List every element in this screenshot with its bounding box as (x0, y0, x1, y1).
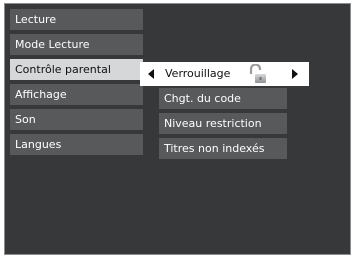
selector-label: Verrouillage (165, 67, 231, 80)
menu-item-controle-parental[interactable]: Contrôle parental (10, 59, 143, 80)
menu-item-mode-lecture[interactable]: Mode Lecture (10, 34, 143, 55)
lock-selector[interactable]: Verrouillage (140, 62, 309, 86)
menu-item-lecture[interactable]: Lecture (10, 9, 143, 30)
menu-item-affichage[interactable]: Affichage (10, 84, 143, 105)
submenu-item-restriction-level[interactable]: Niveau restriction (159, 113, 287, 134)
parental-submenu: Chgt. du code Niveau restriction Titres … (159, 88, 287, 163)
right-arrow-icon[interactable] (292, 69, 298, 79)
submenu-item-change-code[interactable]: Chgt. du code (159, 88, 287, 109)
unlocked-padlock-icon (246, 63, 268, 84)
menu-item-son[interactable]: Son (10, 109, 143, 130)
menu-item-langues[interactable]: Langues (10, 134, 143, 155)
main-menu: Lecture Mode Lecture Contrôle parental A… (10, 9, 143, 159)
left-arrow-icon[interactable] (148, 69, 154, 79)
osd-screen: Lecture Mode Lecture Contrôle parental A… (4, 3, 351, 255)
submenu-item-unrated-titles[interactable]: Titres non indexés (159, 138, 287, 159)
